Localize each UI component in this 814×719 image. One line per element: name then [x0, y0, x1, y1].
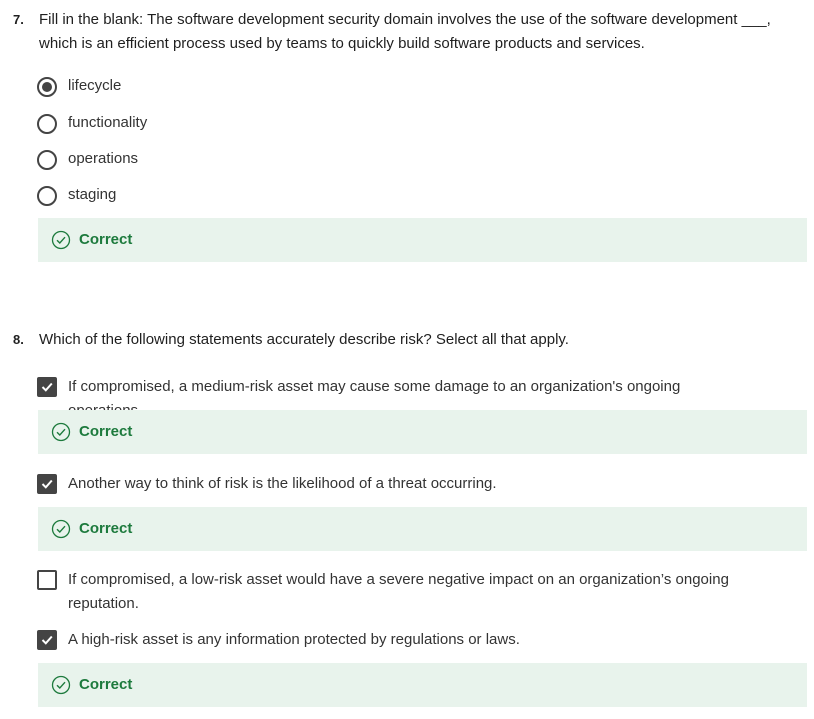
checkbox-option-medium-risk[interactable]: If compromised, a medium-risk asset may … [37, 377, 797, 419]
feedback-correct: Correct [38, 507, 807, 551]
feedback-correct: Correct [38, 218, 807, 262]
option-label: If compromised, a low-risk asset would h… [68, 571, 729, 612]
checkbox-checked-icon[interactable] [37, 474, 57, 494]
checkbox-checked-icon[interactable] [37, 377, 57, 397]
feedback-correct: Correct [38, 663, 807, 707]
option-label: functionality [68, 114, 148, 131]
option-label: Another way to think of risk is the like… [68, 475, 497, 492]
question-number: 7. [13, 12, 24, 27]
radio-option-lifecycle[interactable]: lifecycle [37, 76, 797, 100]
option-label: operations [68, 150, 139, 167]
radio-icon[interactable] [37, 186, 57, 206]
radio-option-operations[interactable]: operations [37, 149, 797, 173]
radio-icon[interactable] [37, 114, 57, 134]
check-circle-icon [51, 519, 71, 544]
feedback-text: Correct [79, 423, 133, 440]
radio-option-staging[interactable]: staging [37, 185, 797, 209]
feedback-text: Correct [79, 231, 133, 248]
checkbox-option-high-risk[interactable]: A high-risk asset is any information pro… [37, 630, 797, 654]
check-circle-icon [51, 422, 71, 447]
feedback-correct: Correct [38, 410, 807, 454]
checkbox-option-low-risk[interactable]: If compromised, a low-risk asset would h… [37, 570, 797, 618]
feedback-text: Correct [79, 676, 133, 693]
check-circle-icon [51, 230, 71, 255]
question-text: Fill in the blank: The software developm… [39, 11, 771, 52]
feedback-text: Correct [79, 520, 133, 537]
checkbox-option-likelihood[interactable]: Another way to think of risk is the like… [37, 474, 797, 498]
question-number: 8. [13, 332, 24, 347]
question-text: Which of the following statements accura… [39, 331, 569, 348]
checkbox-icon[interactable] [37, 570, 57, 590]
option-label: staging [68, 186, 117, 203]
radio-option-functionality[interactable]: functionality [37, 113, 797, 137]
radio-checked-icon[interactable] [37, 77, 57, 97]
radio-icon[interactable] [37, 150, 57, 170]
check-circle-icon [51, 675, 71, 700]
checkbox-checked-icon[interactable] [37, 630, 57, 650]
option-label: lifecycle [68, 77, 122, 94]
option-label: A high-risk asset is any information pro… [68, 631, 520, 648]
